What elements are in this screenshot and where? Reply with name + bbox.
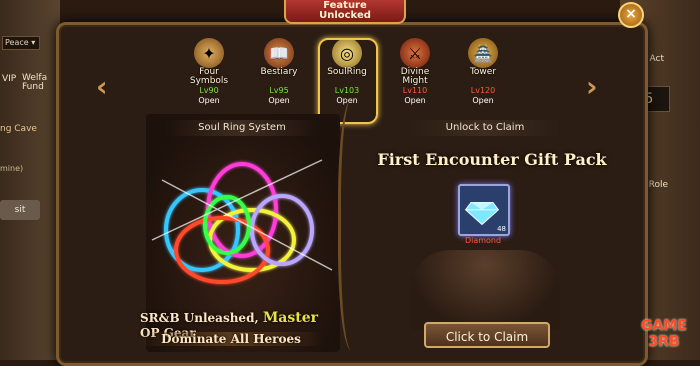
gift-pack-title: First Encounter Gift Pack [377,150,607,169]
feature-state: Open [404,96,426,105]
feature-level: Lv120 [470,86,496,95]
diamond-icon [464,202,500,226]
feature-four-symbols[interactable]: ✦ Four Symbols Lv90 Open [182,38,236,106]
section-divider [338,100,371,350]
promo-part1: SR&B Unleashed, [140,311,263,325]
feature-level: Lv90 [199,86,219,95]
diamond-quantity: 48 [497,225,506,233]
watermark-line1: GAME [641,318,687,334]
feature-carousel: ‹ › ✦ Four Symbols Lv90 Open 📖 Bestiary L… [56,22,642,124]
bestiary-icon: 📖 [264,38,294,68]
soul-ring-artwork [151,159,333,284]
feature-level: Lv110 [402,86,428,95]
feature-name-line1: Bestiary [260,67,298,77]
four-symbols-icon: ✦ [194,38,224,68]
diamond-label: Diamond [464,236,502,245]
unlock-to-claim-title: Unlock to Claim [410,120,560,136]
feature-state: Open [268,96,290,105]
role-button[interactable]: Role [649,180,668,190]
site-watermark: GAME 3RB [628,318,700,350]
visit-button[interactable]: sit [0,200,40,220]
background-left-panel [0,0,60,360]
feature-tower[interactable]: 🏯 Tower Lv120 Open [456,38,510,106]
title-line2: Unlocked [319,10,371,21]
claim-button[interactable]: Click to Claim [424,322,550,348]
vip-button[interactable]: VIP [2,74,16,84]
activity-button[interactable]: Act [650,54,664,64]
peace-mode-select[interactable]: Peace ▾ [2,36,40,50]
feature-name-line2: Symbols [189,76,229,86]
watermark-line2: 3RB [648,334,680,350]
feature-name: Tower [456,68,510,86]
feature-soul-ring[interactable]: ◎ SoulRing Lv103 Open [318,38,378,124]
tower-icon: 🏯 [468,38,498,68]
prev-arrow-icon[interactable]: ‹ [96,72,110,102]
feature-state: Open [472,96,494,105]
divine-might-icon: ⚔ [400,38,430,68]
promo-highlight: Master [262,310,319,326]
feature-name: Four Symbols [182,68,236,86]
modal-title: Feature Unlocked [284,0,406,24]
pedestal [410,250,560,330]
welfare-fund-button[interactable]: Welfa Fund [22,74,47,92]
promo-line2: Dominate All Heroes [138,332,324,346]
feature-divine-might[interactable]: ⚔ Divine Might Lv110 Open [388,38,442,106]
next-arrow-icon[interactable]: › [586,72,600,102]
feature-level: Lv95 [269,86,289,95]
feature-name-line2: Might [402,76,428,86]
feature-name: Bestiary [252,68,306,86]
diamond-reward-slot[interactable]: 48 [458,184,510,236]
feature-name-line1: Tower [469,67,497,77]
soul-ring-section-title: Soul Ring System [164,120,320,136]
fund-label: Fund [22,82,44,92]
feature-name: Divine Might [388,68,442,86]
ring-cave-link[interactable]: ng Cave [0,124,37,134]
mine-label: mine) [0,164,24,173]
feature-bestiary[interactable]: 📖 Bestiary Lv95 Open [252,38,306,106]
peace-label: Peace [5,38,29,47]
feature-state: Open [198,96,220,105]
